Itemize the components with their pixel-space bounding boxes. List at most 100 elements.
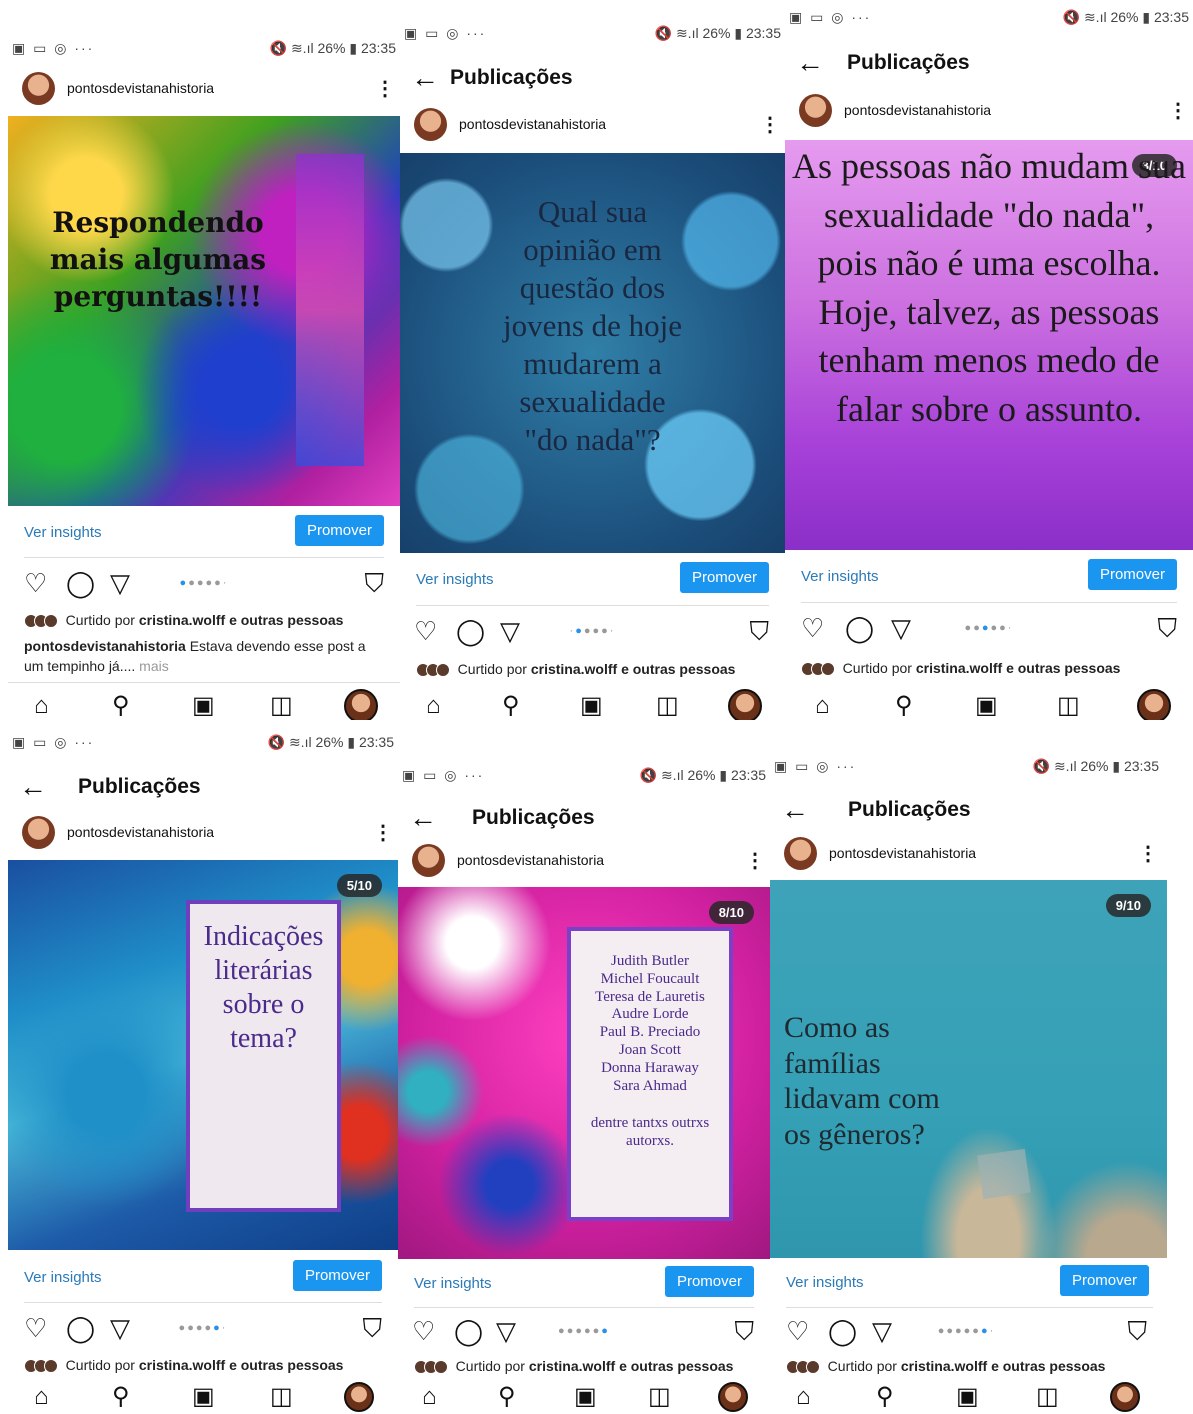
- home-icon[interactable]: ⌂: [422, 1380, 437, 1414]
- reels-icon[interactable]: ▣: [580, 686, 603, 720]
- profile-avatar[interactable]: [344, 1382, 374, 1412]
- share-icon[interactable]: ▽: [496, 1314, 516, 1348]
- comment-icon[interactable]: ◯: [845, 611, 874, 645]
- promote-button[interactable]: Promover: [679, 562, 769, 593]
- liked-user[interactable]: cristina.wolff: [139, 612, 225, 628]
- search-icon[interactable]: ⚲: [502, 686, 520, 720]
- view-insights-link[interactable]: Ver insights: [24, 1269, 102, 1286]
- bookmark-icon[interactable]: ⛉: [364, 566, 384, 600]
- search-icon[interactable]: ⚲: [112, 1380, 130, 1414]
- post-image[interactable]: Respondendo mais algumas perguntas!!!!: [8, 116, 400, 506]
- avatar[interactable]: [22, 71, 55, 105]
- search-icon[interactable]: ⚲: [112, 686, 130, 720]
- back-arrow-icon[interactable]: ←: [8, 771, 58, 803]
- caption-more[interactable]: mais: [135, 658, 169, 674]
- username[interactable]: pontosdevistanahistoria: [844, 102, 1163, 118]
- profile-avatar[interactable]: [1137, 689, 1171, 720]
- reels-icon[interactable]: ▣: [574, 1380, 597, 1414]
- back-arrow-icon[interactable]: ←: [400, 62, 450, 94]
- heart-icon[interactable]: ♡: [786, 1314, 809, 1348]
- avatar[interactable]: [799, 93, 832, 127]
- more-options-icon[interactable]: ⋮: [1163, 98, 1193, 123]
- username[interactable]: pontosdevistanahistoria: [457, 852, 740, 868]
- avatar[interactable]: [412, 843, 445, 877]
- more-options-icon[interactable]: ⋮: [368, 820, 398, 845]
- more-options-icon[interactable]: ⋮: [1133, 841, 1163, 866]
- shop-icon[interactable]: ◫: [648, 1380, 671, 1414]
- profile-avatar[interactable]: [718, 1382, 748, 1412]
- liked-user[interactable]: cristina.wolff: [916, 660, 1002, 676]
- search-icon[interactable]: ⚲: [895, 686, 913, 720]
- liked-by[interactable]: Curtido por cristina.wolff e outras pess…: [24, 1357, 390, 1374]
- bookmark-icon[interactable]: ⛉: [734, 1314, 754, 1348]
- avatar[interactable]: [414, 107, 447, 141]
- promote-button[interactable]: Promover: [1059, 1265, 1149, 1296]
- home-icon[interactable]: ⌂: [34, 686, 49, 720]
- liked-user[interactable]: cristina.wolff: [139, 1357, 225, 1373]
- more-options-icon[interactable]: ⋮: [755, 112, 785, 137]
- share-icon[interactable]: ▽: [110, 1311, 130, 1345]
- home-icon[interactable]: ⌂: [34, 1380, 49, 1414]
- search-icon[interactable]: ⚲: [498, 1380, 516, 1414]
- liked-user[interactable]: cristina.wolff: [531, 661, 617, 677]
- home-icon[interactable]: ⌂: [815, 686, 830, 720]
- bookmark-icon[interactable]: ⛉: [1157, 611, 1177, 645]
- shop-icon[interactable]: ◫: [270, 686, 293, 720]
- post-image[interactable]: 3/10 As pessoas não mudam sua sexualidad…: [785, 140, 1193, 550]
- comment-icon[interactable]: ◯: [454, 1314, 483, 1348]
- liked-by[interactable]: Curtido por cristina.wolff e outras pess…: [414, 1358, 762, 1375]
- profile-avatar[interactable]: [728, 689, 762, 720]
- reels-icon[interactable]: ▣: [956, 1380, 979, 1414]
- bookmark-icon[interactable]: ⛉: [1127, 1314, 1147, 1348]
- view-insights-link[interactable]: Ver insights: [24, 524, 102, 541]
- comment-icon[interactable]: ◯: [828, 1314, 857, 1348]
- post-image[interactable]: 9/10 Como as famílias lidavam com os gên…: [770, 880, 1167, 1258]
- liked-by[interactable]: Curtido por cristina.wolff e outras pess…: [24, 612, 392, 629]
- more-options-icon[interactable]: ⋮: [370, 76, 400, 101]
- promote-button[interactable]: Promover: [294, 515, 384, 546]
- liked-by[interactable]: Curtido por cristina.wolff e outras pess…: [416, 661, 777, 678]
- promote-button[interactable]: Promover: [292, 1260, 382, 1291]
- promote-button[interactable]: Promover: [1087, 559, 1177, 590]
- back-arrow-icon[interactable]: ←: [785, 47, 835, 79]
- liked-by[interactable]: Curtido por cristina.wolff e outras pess…: [801, 660, 1185, 677]
- comment-icon[interactable]: ◯: [456, 614, 485, 648]
- view-insights-link[interactable]: Ver insights: [416, 571, 494, 588]
- share-icon[interactable]: ▽: [110, 566, 130, 600]
- more-options-icon[interactable]: ⋮: [740, 848, 770, 873]
- heart-icon[interactable]: ♡: [412, 1314, 435, 1348]
- back-arrow-icon[interactable]: ←: [398, 802, 448, 834]
- profile-avatar[interactable]: [344, 689, 378, 720]
- liked-by[interactable]: Curtido por cristina.wolff e outras pess…: [786, 1358, 1185, 1375]
- username[interactable]: pontosdevistanahistoria: [67, 80, 370, 96]
- home-icon[interactable]: ⌂: [426, 686, 441, 720]
- bookmark-icon[interactable]: ⛉: [362, 1311, 382, 1345]
- share-icon[interactable]: ▽: [891, 611, 911, 645]
- post-image[interactable]: 8/10 Judith Butler Michel Foucault Teresa …: [398, 887, 770, 1259]
- reels-icon[interactable]: ▣: [192, 1380, 215, 1414]
- avatar[interactable]: [784, 836, 817, 870]
- liked-user[interactable]: cristina.wolff: [529, 1358, 615, 1374]
- username[interactable]: pontosdevistanahistoria: [459, 116, 755, 132]
- promote-button[interactable]: Promover: [664, 1266, 754, 1297]
- shop-icon[interactable]: ◫: [270, 1380, 293, 1414]
- view-insights-link[interactable]: Ver insights: [414, 1275, 492, 1292]
- shop-icon[interactable]: ◫: [1057, 686, 1080, 720]
- search-icon[interactable]: ⚲: [876, 1380, 894, 1414]
- bookmark-icon[interactable]: ⛉: [749, 614, 769, 648]
- heart-icon[interactable]: ♡: [414, 614, 437, 648]
- reels-icon[interactable]: ▣: [192, 686, 215, 720]
- view-insights-link[interactable]: Ver insights: [801, 568, 879, 585]
- reels-icon[interactable]: ▣: [975, 686, 998, 720]
- username[interactable]: pontosdevistanahistoria: [67, 824, 368, 840]
- heart-icon[interactable]: ♡: [24, 1311, 47, 1345]
- heart-icon[interactable]: ♡: [24, 566, 47, 600]
- comment-icon[interactable]: ◯: [66, 1311, 95, 1345]
- comment-icon[interactable]: ◯: [66, 566, 95, 600]
- view-insights-link[interactable]: Ver insights: [786, 1274, 864, 1291]
- back-arrow-icon[interactable]: ←: [770, 794, 820, 826]
- shop-icon[interactable]: ◫: [1036, 1380, 1059, 1414]
- liked-user[interactable]: cristina.wolff: [901, 1358, 987, 1374]
- username[interactable]: pontosdevistanahistoria: [829, 845, 1133, 861]
- post-image[interactable]: Qual sua opinião em questão dos jovens d…: [400, 153, 785, 553]
